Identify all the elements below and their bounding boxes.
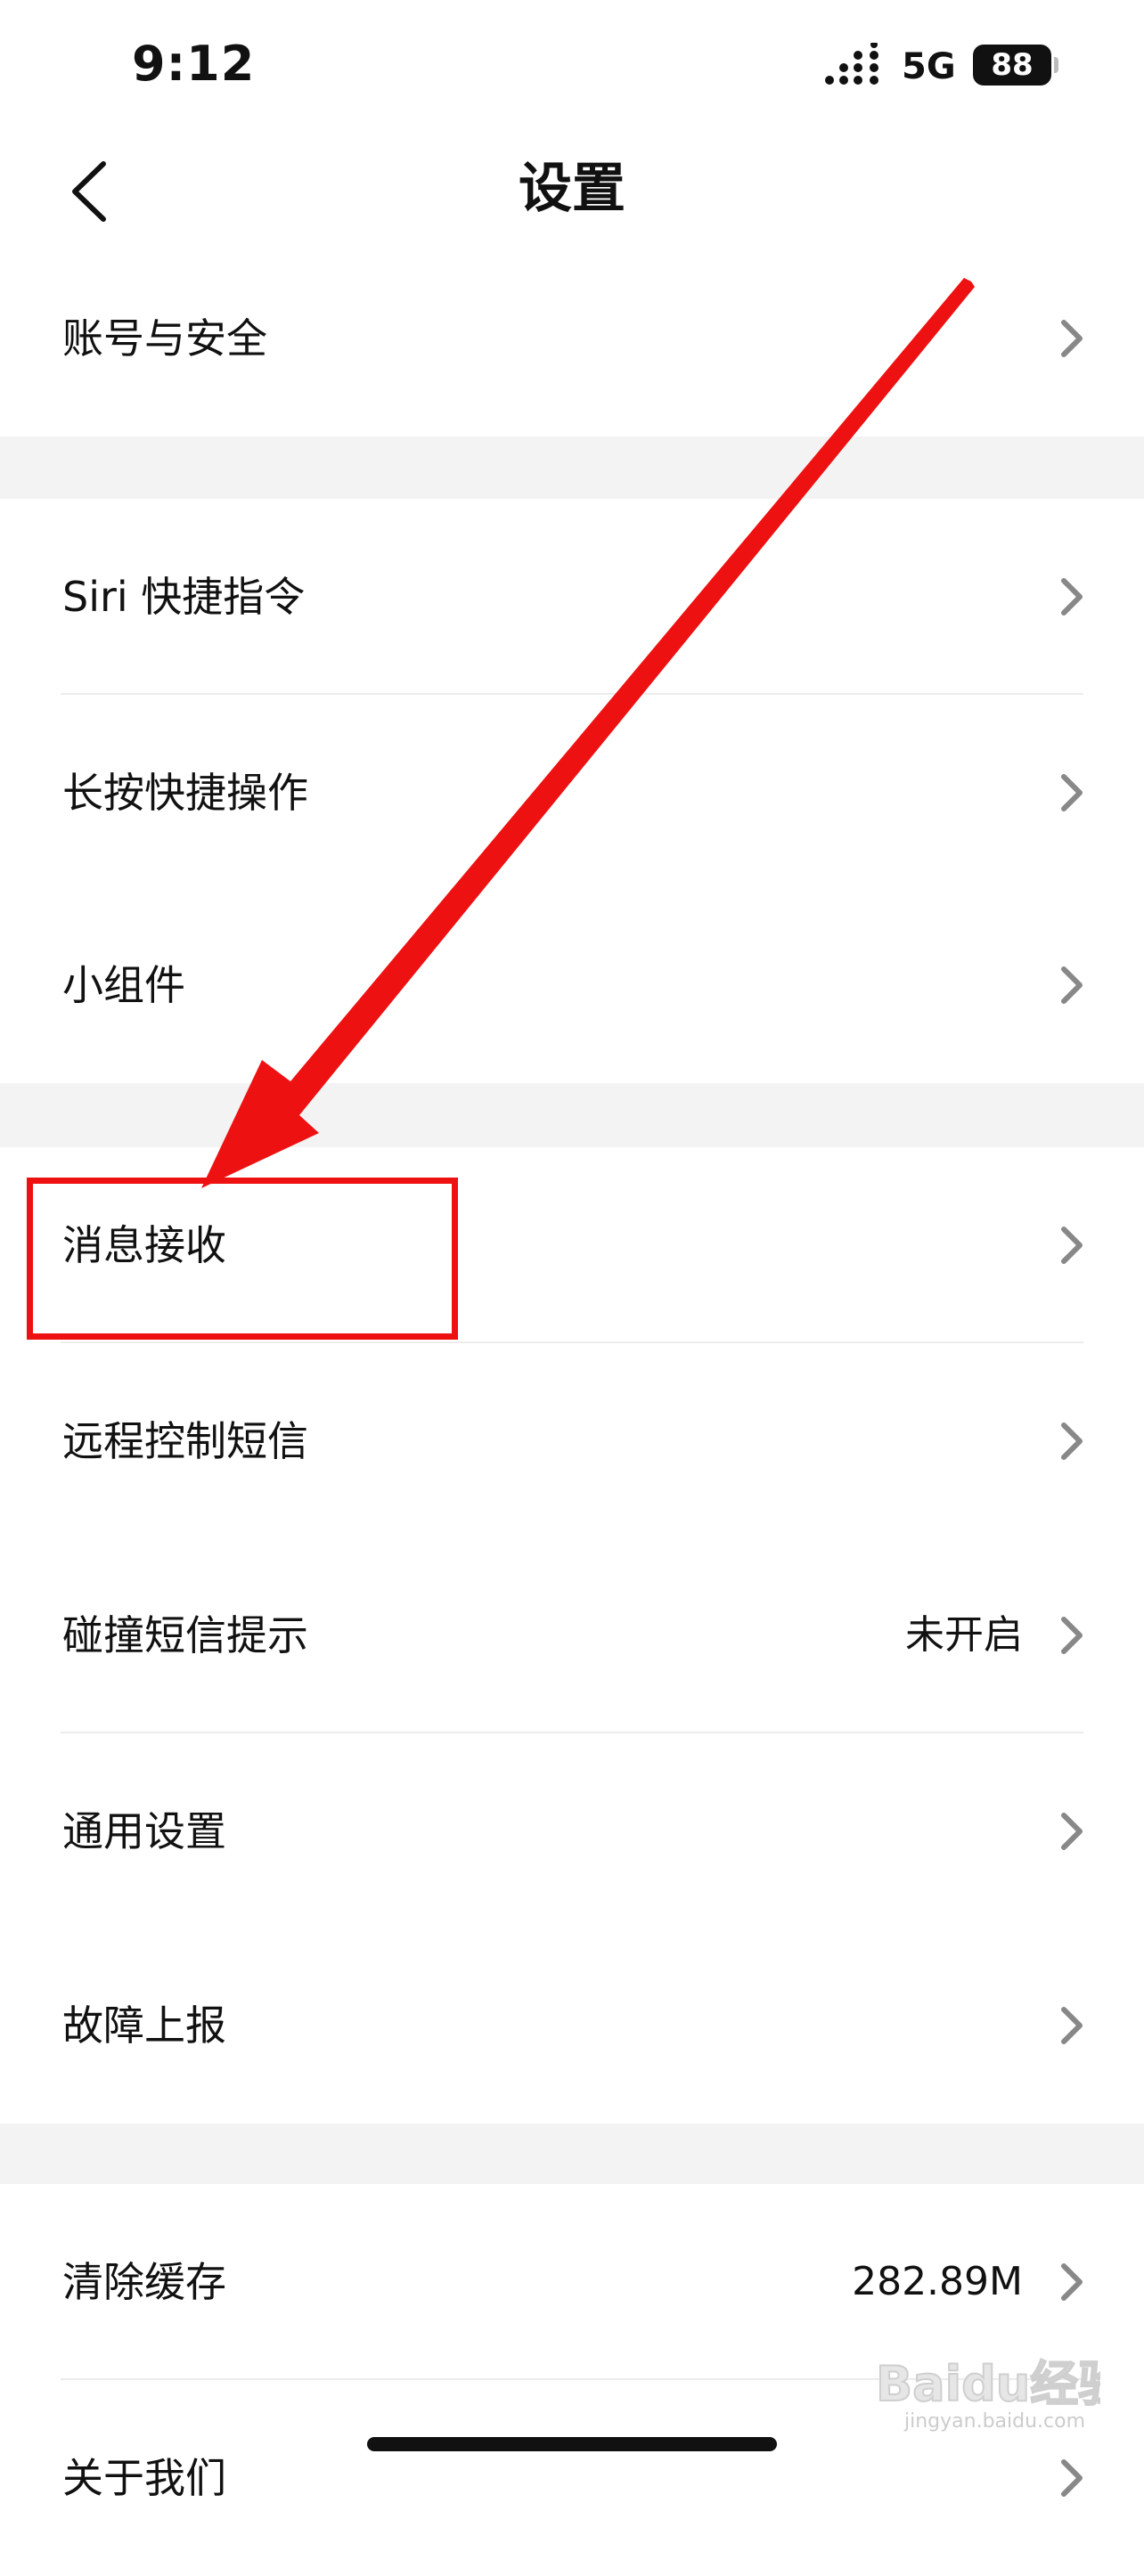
- battery-icon: 88: [973, 45, 1051, 86]
- settings-item-label: 通用设置: [62, 1807, 226, 1855]
- settings-item-fault-report[interactable]: 故障上报: [0, 1928, 1144, 2124]
- section-gap: [0, 1083, 1144, 1147]
- settings-item-label: 远程控制短信: [62, 1417, 308, 1465]
- settings-item-general-settings[interactable]: 通用设置: [0, 1733, 1144, 1929]
- home-indicator[interactable]: [367, 2437, 777, 2451]
- baidu-jingyan-watermark: Baidu经验 jingyan.baidu.com: [875, 2355, 1100, 2433]
- chevron-right-icon: [1061, 1617, 1083, 1654]
- section-gap: [0, 435, 1144, 499]
- svg-text:Baidu经验: Baidu经验: [876, 2356, 1100, 2412]
- network-type: 5G: [902, 46, 956, 87]
- settings-item-label: 长按快捷操作: [62, 769, 308, 817]
- settings-item-remote-control-sms[interactable]: 远程控制短信: [0, 1343, 1144, 1539]
- settings-item-label: 故障上报: [62, 2001, 226, 2050]
- settings-item-long-press-actions[interactable]: 长按快捷操作: [0, 695, 1144, 891]
- svg-text:jingyan.baidu.com: jingyan.baidu.com: [903, 2410, 1085, 2433]
- chevron-right-icon: [1061, 320, 1083, 357]
- settings-item-siri-shortcuts[interactable]: Siri 快捷指令: [0, 499, 1144, 695]
- battery-tip: [1054, 57, 1058, 73]
- settings-item-collision-sms-alert[interactable]: 碰撞短信提示 未开启: [0, 1537, 1144, 1733]
- status-time: 9:12: [132, 36, 256, 92]
- signal-icon: [825, 43, 878, 85]
- chevron-right-icon: [1061, 1227, 1083, 1264]
- chevron-right-icon: [1061, 2263, 1083, 2301]
- section-gap: [0, 2120, 1144, 2184]
- settings-item-label: Siri 快捷指令: [62, 573, 306, 621]
- settings-item-label: 账号与安全: [62, 314, 267, 363]
- chevron-right-icon: [1061, 1813, 1083, 1850]
- chevron-right-icon: [1061, 2459, 1083, 2497]
- chevron-right-icon: [1061, 966, 1083, 1004]
- page-title: 设置: [519, 158, 625, 220]
- settings-item-label: 关于我们: [62, 2454, 226, 2502]
- chevron-right-icon: [1061, 1423, 1083, 1460]
- settings-item-widgets[interactable]: 小组件: [0, 887, 1144, 1083]
- highlight-box: [27, 1178, 458, 1340]
- chevron-right-icon: [1061, 578, 1083, 615]
- settings-item-account-security[interactable]: 账号与安全: [0, 240, 1144, 436]
- nav-bar: 设置: [0, 134, 1144, 249]
- settings-item-value: 未开启: [905, 1612, 1023, 1658]
- chevron-right-icon: [1061, 2007, 1083, 2044]
- settings-item-label: 碰撞短信提示: [62, 1611, 308, 1659]
- settings-item-label: 小组件: [62, 961, 185, 1009]
- status-bar: 9:12 5G 88: [0, 0, 1144, 134]
- settings-item-label: 清除缓存: [62, 2258, 226, 2306]
- chevron-right-icon: [1061, 774, 1083, 811]
